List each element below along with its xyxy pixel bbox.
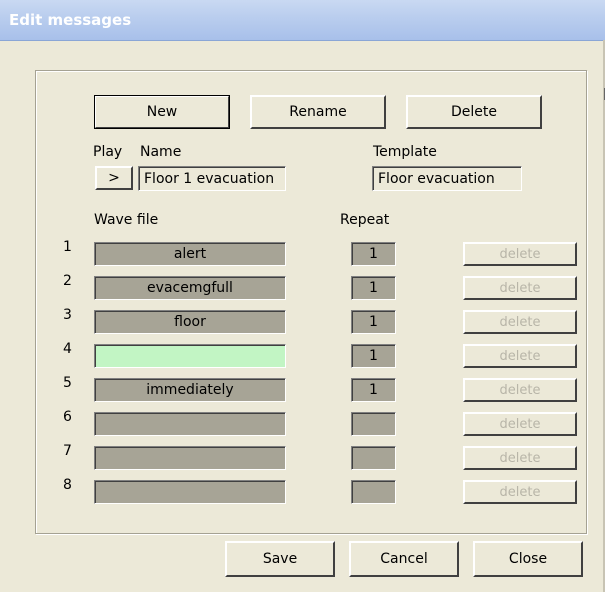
title-bar: Edit messages [0,0,605,41]
delete-button[interactable]: Delete [406,95,542,129]
wave-file-field[interactable] [94,344,286,368]
repeat-field[interactable]: 1 [351,310,396,334]
repeat-field[interactable] [351,412,396,436]
template-label: Template [373,144,437,160]
repeat-field[interactable]: 1 [351,276,396,300]
name-label: Name [140,144,182,160]
wave-file-field[interactable]: alert [94,242,286,266]
row-delete-button[interactable]: delete [463,276,577,300]
repeat-field[interactable]: 1 [351,344,396,368]
row-number: 2 [63,273,72,289]
window-title: Edit messages [9,11,132,29]
row-delete-button[interactable]: delete [463,446,577,470]
close-button[interactable]: Close [473,541,583,577]
wave-file-field[interactable]: immediately [94,378,286,402]
cancel-button[interactable]: Cancel [349,541,459,577]
template-field[interactable]: Floor evacuation [372,166,522,191]
wave-file-field[interactable]: evacemgfull [94,276,286,300]
repeat-field[interactable] [351,446,396,470]
row-number: 7 [63,443,72,459]
row-delete-button[interactable]: delete [463,412,577,436]
rename-button[interactable]: Rename [250,95,386,129]
new-button[interactable]: New [94,95,230,129]
wave-file-field[interactable] [94,412,286,436]
repeat-header: Repeat [340,212,390,228]
play-button[interactable]: > [95,166,133,190]
wave-file-field[interactable] [94,480,286,504]
row-number: 8 [63,477,72,493]
row-number: 1 [63,239,72,255]
row-number: 5 [63,375,72,391]
row-number: 4 [63,341,72,357]
wave-file-field[interactable] [94,446,286,470]
repeat-field[interactable] [351,480,396,504]
row-delete-button[interactable]: delete [463,480,577,504]
row-delete-button[interactable]: delete [463,242,577,266]
row-delete-button[interactable]: delete [463,378,577,402]
play-label: Play [93,144,123,160]
row-delete-button[interactable]: delete [463,310,577,334]
save-button[interactable]: Save [225,541,335,577]
row-number: 6 [63,409,72,425]
repeat-field[interactable]: 1 [351,242,396,266]
wave-file-header: Wave file [94,212,159,228]
row-delete-button[interactable]: delete [463,344,577,368]
message-name-field[interactable]: Floor 1 evacuation [138,166,286,191]
row-number: 3 [63,307,72,323]
wave-file-field[interactable]: floor [94,310,286,334]
repeat-field[interactable]: 1 [351,378,396,402]
